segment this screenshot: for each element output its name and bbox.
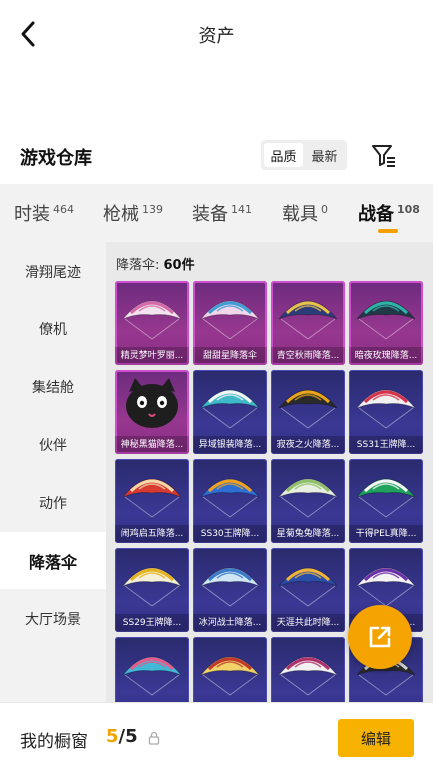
tab-label: 战备 bbox=[358, 204, 394, 225]
filter-button[interactable] bbox=[369, 140, 399, 170]
sidebar-item-glide-trail[interactable]: 滑翔尾迹 bbox=[0, 243, 106, 300]
parachute-icon bbox=[200, 389, 260, 429]
tab-weapons[interactable]: 枪械 139 bbox=[103, 200, 163, 226]
showcase-bar: 我的橱窗 5/5 编辑 bbox=[0, 702, 433, 770]
sort-toggle: 品质 最新 bbox=[261, 140, 347, 170]
tab-combat-gear[interactable]: 战备 108 bbox=[358, 200, 420, 226]
sidebar-item-lobby-scene[interactable]: 大厅场景 bbox=[0, 590, 106, 647]
tab-vehicles[interactable]: 载具 0 bbox=[282, 200, 328, 226]
top-bar: 资产 bbox=[0, 0, 433, 70]
parachute-card[interactable]: 天涯共此时降... bbox=[271, 548, 345, 632]
parachute-card-name: 神秘黑猫降落... bbox=[115, 436, 189, 454]
parachute-card[interactable]: 闹鸡启五降落... bbox=[115, 459, 189, 543]
parachute-card-name: 星菊兔兔降落... bbox=[271, 525, 345, 543]
parachute-card[interactable]: 寂夜之火降落... bbox=[271, 370, 345, 454]
parachute-icon bbox=[122, 478, 182, 518]
parachute-card-name: 精灵梦叶罗丽... bbox=[115, 347, 189, 365]
active-tab-indicator bbox=[378, 229, 398, 233]
sort-option-newest[interactable]: 最新 bbox=[305, 143, 344, 167]
parachute-card-name: SS29王牌降... bbox=[115, 614, 189, 632]
parachute-card-name: 寂夜之火降落... bbox=[271, 436, 345, 454]
parachute-card[interactable] bbox=[271, 637, 345, 702]
parachute-card[interactable]: 星菊兔兔降落... bbox=[271, 459, 345, 543]
parachute-icon bbox=[122, 656, 182, 696]
parachute-icon bbox=[278, 300, 338, 340]
tab-outfits[interactable]: 时装 464 bbox=[14, 200, 74, 226]
parachute-card[interactable]: 甜甜星降落伞 bbox=[193, 281, 267, 365]
tab-count: 464 bbox=[53, 203, 74, 216]
tab-label: 载具 bbox=[282, 204, 318, 225]
sidebar-item-wingman[interactable]: 僚机 bbox=[0, 300, 106, 357]
tab-label: 装备 bbox=[192, 204, 228, 225]
parachute-card[interactable]: 精灵梦叶罗丽... bbox=[115, 281, 189, 365]
tab-count: 0 bbox=[321, 203, 328, 216]
showcase-count: 5/5 bbox=[106, 726, 138, 747]
tab-label: 时装 bbox=[14, 204, 50, 225]
showcase-total: /5 bbox=[118, 726, 138, 747]
item-count-prefix: 降落伞: bbox=[116, 258, 164, 273]
parachute-icon bbox=[200, 656, 260, 696]
parachute-icon bbox=[278, 567, 338, 607]
parachute-card-name: 暗夜玫瑰降落... bbox=[349, 347, 423, 365]
parachute-icon bbox=[200, 300, 260, 340]
tab-count: 139 bbox=[142, 203, 163, 216]
lock-icon bbox=[148, 731, 160, 745]
warehouse-title: 游戏仓库 bbox=[20, 148, 92, 169]
parachute-card-name: SS31王牌降... bbox=[349, 436, 423, 454]
parachute-card[interactable]: 冰河战士降落... bbox=[193, 548, 267, 632]
parachute-card[interactable]: 青空秋雨降落... bbox=[271, 281, 345, 365]
tab-label: 枪械 bbox=[103, 204, 139, 225]
page-title: 资产 bbox=[198, 26, 235, 47]
parachute-icon bbox=[278, 656, 338, 696]
parachute-card[interactable] bbox=[115, 637, 189, 702]
parachute-card[interactable]: SS29王牌降... bbox=[115, 548, 189, 632]
item-count-value: 60件 bbox=[163, 258, 195, 273]
sidebar-item-rally-pod[interactable]: 集结舱 bbox=[0, 358, 106, 415]
sidebar-item-parachute[interactable]: 降落伞 bbox=[0, 532, 106, 589]
item-count-label: 降落伞: 60件 bbox=[116, 254, 195, 273]
parachute-icon bbox=[200, 478, 260, 518]
parachute-card[interactable]: SS30王牌降... bbox=[193, 459, 267, 543]
parachute-card[interactable]: 异域银装降落... bbox=[193, 370, 267, 454]
parachute-icon bbox=[278, 478, 338, 518]
black-cat-parachute-icon bbox=[126, 378, 178, 428]
tab-count: 108 bbox=[397, 203, 420, 216]
filter-icon bbox=[372, 145, 395, 167]
tab-equipment[interactable]: 装备 141 bbox=[192, 200, 252, 226]
category-tabs: 时装 464 枪械 139 装备 141 载具 0 战备 108 bbox=[0, 184, 433, 242]
parachute-card[interactable]: 暗夜玫瑰降落... bbox=[349, 281, 423, 365]
edit-button[interactable]: 编辑 bbox=[338, 719, 414, 757]
parachute-card[interactable] bbox=[193, 637, 267, 702]
parachute-card[interactable]: SS31王牌降... bbox=[349, 370, 423, 454]
parachute-card-name: 干得PEL真降... bbox=[349, 525, 423, 543]
showcase-current: 5 bbox=[106, 726, 119, 747]
tab-count: 141 bbox=[231, 203, 252, 216]
subcategory-sidebar: 滑翔尾迹 僚机 集结舱 伙伴 动作 降落伞 大厅场景 bbox=[0, 242, 106, 702]
parachute-card-name: 甜甜星降落伞 bbox=[193, 347, 267, 365]
parachute-icon bbox=[356, 478, 416, 518]
parachute-icon bbox=[356, 389, 416, 429]
share-icon bbox=[369, 626, 391, 648]
sidebar-item-companion[interactable]: 伙伴 bbox=[0, 416, 106, 473]
parachute-card-name: 闹鸡启五降落... bbox=[115, 525, 189, 543]
share-button[interactable] bbox=[348, 605, 412, 669]
parachute-icon bbox=[278, 389, 338, 429]
parachute-card-name: 异域银装降落... bbox=[193, 436, 267, 454]
sort-option-quality[interactable]: 品质 bbox=[264, 143, 303, 167]
showcase-label: 我的橱窗 bbox=[20, 732, 88, 752]
parachute-card-name: SS30王牌降... bbox=[193, 525, 267, 543]
parachute-card-name: 青空秋雨降落... bbox=[271, 347, 345, 365]
sidebar-item-emote[interactable]: 动作 bbox=[0, 474, 106, 531]
parachute-icon bbox=[122, 567, 182, 607]
parachute-card[interactable]: 干得PEL真降... bbox=[349, 459, 423, 543]
parachute-icon bbox=[356, 567, 416, 607]
parachute-card-name: 天涯共此时降... bbox=[271, 614, 345, 632]
parachute-icon bbox=[356, 300, 416, 340]
parachute-card[interactable]: 神秘黑猫降落... bbox=[115, 370, 189, 454]
parachute-icon bbox=[200, 567, 260, 607]
warehouse-header: 游戏仓库 品质 最新 bbox=[0, 136, 433, 180]
parachute-icon bbox=[122, 300, 182, 340]
parachute-card-name: 冰河战士降落... bbox=[193, 614, 267, 632]
